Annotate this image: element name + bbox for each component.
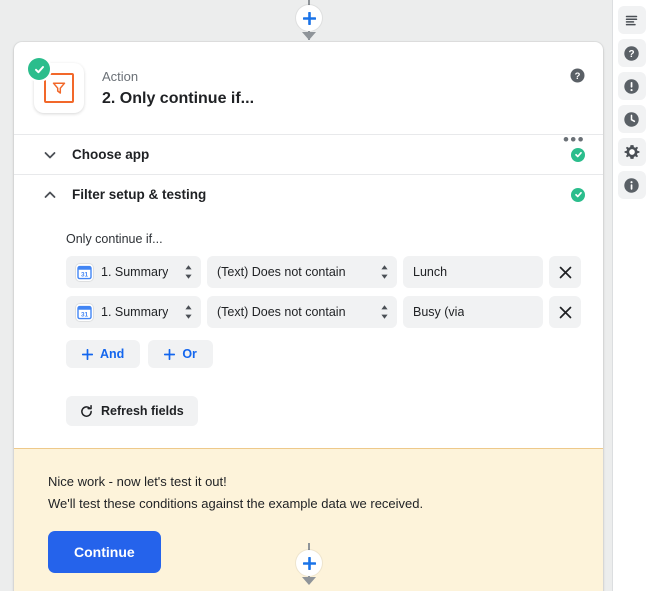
continue-button[interactable]: Continue [48, 531, 161, 573]
close-icon [559, 266, 571, 278]
close-icon [559, 306, 571, 318]
zap-editor: Action 2. Only continue if... ? ••• Choo… [0, 0, 650, 591]
condition-row: 31 1. Summary (Text) Does not contain [66, 296, 585, 328]
sidebar-item-alerts[interactable] [617, 72, 646, 100]
plus-icon [302, 556, 316, 570]
condition-value-text: Lunch [413, 265, 448, 279]
check-circle-icon [571, 147, 585, 162]
google-calendar-icon: 31 [76, 303, 93, 321]
info-circle-icon [624, 177, 639, 193]
help-circle-icon: ? [624, 45, 639, 61]
sidebar-item-help[interactable]: ? [617, 39, 646, 67]
condition-operator-value: (Text) Does not contain [217, 305, 346, 319]
svg-text:?: ? [575, 71, 581, 82]
sidebar-item-history[interactable] [617, 105, 646, 133]
notice-line-2: We'll test these conditions against the … [48, 496, 424, 511]
alert-circle-icon [624, 78, 639, 94]
check-circle-icon [28, 58, 50, 80]
notice-line-1: Nice work - now let's test it out! [48, 474, 227, 489]
condition-field-value: 1. Summary [101, 265, 169, 279]
only-continue-if-label: Only continue if... [66, 232, 163, 246]
add-step-button-bottom[interactable] [296, 550, 322, 576]
condition-operator-select[interactable]: (Text) Does not contain [207, 296, 397, 328]
filter-setup-body: Only continue if... 31 1. Summary (Text)… [14, 214, 603, 448]
condition-field-select[interactable]: 31 1. Summary [66, 296, 201, 328]
sidebar-item-choose-app[interactable]: Choose app [14, 134, 603, 174]
clock-icon [624, 111, 639, 127]
sidebar-item-info[interactable] [617, 171, 646, 199]
gear-icon [624, 145, 639, 159]
add-and-label: And [100, 347, 125, 361]
plus-icon [302, 11, 316, 25]
condition-operator-value: (Text) Does not contain [217, 265, 346, 279]
action-step-card: Action 2. Only continue if... ? ••• Choo… [14, 42, 603, 591]
google-calendar-icon: 31 [76, 263, 93, 281]
connector-arrow-top [302, 32, 316, 40]
svg-text:31: 31 [81, 271, 89, 278]
plus-icon [82, 348, 93, 360]
condition-operator-select[interactable]: (Text) Does not contain [207, 256, 397, 288]
condition-field-value: 1. Summary [101, 305, 169, 319]
section-label: Filter setup & testing [72, 187, 207, 202]
refresh-fields-label: Refresh fields [101, 404, 184, 418]
right-sidebar: ? [612, 0, 650, 591]
step-kicker: Action [102, 68, 139, 84]
connector-arrow-bottom [302, 577, 316, 585]
sidebar-item-settings[interactable] [617, 138, 646, 166]
refresh-fields-button[interactable]: Refresh fields [66, 396, 198, 426]
more-options-button[interactable]: ••• [563, 131, 585, 148]
svg-text:31: 31 [81, 311, 89, 318]
condition-row: 31 1. Summary (Text) Does not contain [66, 256, 585, 288]
chevron-down-icon [44, 151, 56, 158]
sidebar-item-activity-feed[interactable] [617, 6, 646, 34]
section-label: Choose app [72, 147, 150, 162]
step-header-text: Action 2. Only continue if... [102, 67, 254, 110]
step-header: Action 2. Only continue if... ? ••• [14, 42, 603, 148]
add-condition-row: And Or [66, 340, 585, 368]
help-circle-icon[interactable]: ? [570, 68, 585, 83]
condition-value-input[interactable]: Lunch [403, 256, 543, 288]
remove-condition-button[interactable] [549, 256, 581, 288]
add-or-condition-button[interactable]: Or [148, 340, 213, 368]
check-circle-icon [571, 187, 585, 202]
sidebar-item-filter-setup[interactable]: Filter setup & testing [14, 174, 603, 214]
condition-value-text: Busy (via [413, 305, 465, 319]
list-lines-icon [625, 15, 638, 25]
funnel-glyph-icon [52, 82, 66, 94]
condition-value-input[interactable]: Busy (via [403, 296, 543, 328]
stepper-arrows-icon [185, 265, 192, 279]
stepper-arrows-icon [381, 305, 388, 319]
step-title: 2. Only continue if... [102, 89, 255, 107]
add-step-button-top[interactable] [296, 5, 322, 31]
app-icon-wrap [28, 58, 84, 113]
flow-canvas: Action 2. Only continue if... ? ••• Choo… [0, 0, 612, 591]
chevron-up-icon [44, 191, 56, 198]
stepper-arrows-icon [185, 305, 192, 319]
condition-field-select[interactable]: 31 1. Summary [66, 256, 201, 288]
svg-text:?: ? [628, 49, 634, 60]
plus-icon [164, 348, 176, 360]
remove-condition-button[interactable] [549, 296, 581, 328]
refresh-icon [81, 404, 92, 417]
stepper-arrows-icon [381, 265, 388, 279]
add-or-label: Or [182, 347, 197, 361]
add-and-condition-button[interactable]: And [66, 340, 141, 368]
